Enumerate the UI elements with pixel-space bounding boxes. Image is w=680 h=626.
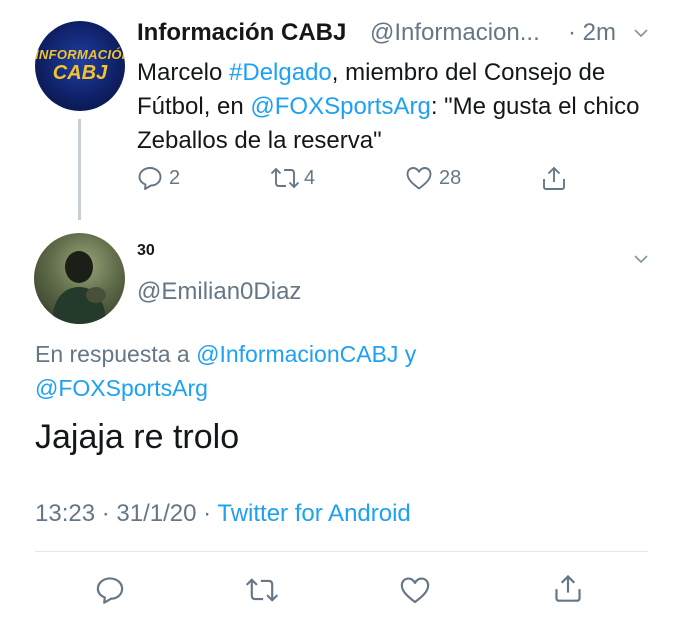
like-icon: [400, 577, 430, 604]
reply-icon: [138, 167, 162, 190]
mention-link[interactable]: @InformacionCABJ: [196, 341, 398, 367]
author-display-name[interactable]: Información CABJ: [137, 19, 346, 47]
retweet-button[interactable]: [245, 575, 279, 605]
share-icon: [555, 574, 581, 602]
profile-photo: [52, 251, 106, 324]
reply-context: En respuesta a @InformacionCABJ y @FOXSpo…: [35, 337, 635, 405]
like-button[interactable]: [399, 575, 431, 605]
replier-handle[interactable]: @Emilian0Diaz: [137, 278, 301, 306]
divider: [35, 551, 648, 552]
avatar-brand-line1: INFORMACIÓN: [35, 47, 125, 62]
reply-button[interactable]: 2: [137, 165, 180, 191]
retweet-icon: [270, 167, 300, 189]
like-button[interactable]: 28: [405, 165, 461, 191]
reply-text: Jajaja re trolo: [35, 418, 240, 456]
author-avatar[interactable]: INFORMACIÓN CABJ: [35, 21, 125, 111]
reply-joiner: y: [398, 341, 417, 367]
retweet-icon: [245, 578, 279, 602]
tweet-metadata: 13:23 · 31/1/20 · Twitter for Android: [35, 500, 411, 528]
hashtag-link[interactable]: #Delgado: [229, 59, 332, 86]
tweet-datetime: 13:23 · 31/1/20 ·: [35, 500, 218, 527]
author-handle[interactable]: @Informacion...: [370, 19, 540, 47]
tweet-source-link[interactable]: Twitter for Android: [217, 500, 410, 527]
like-count: 28: [439, 166, 462, 189]
retweet-count: 4: [304, 166, 316, 189]
chevron-down-icon[interactable]: [634, 252, 648, 271]
avatar-brand-line2: CABJ: [52, 62, 108, 84]
tweet-text: Marcelo #Delgado, miembro del Consejo de…: [137, 56, 647, 158]
tweet-timestamp[interactable]: · 2m: [568, 19, 616, 47]
retweet-button[interactable]: 4: [270, 165, 315, 191]
mention-link[interactable]: @FOXSportsArg: [35, 375, 208, 401]
chevron-down-icon[interactable]: [634, 26, 648, 45]
share-button[interactable]: [553, 573, 583, 603]
tweet-text-part: Marcelo: [137, 59, 230, 86]
share-button[interactable]: [541, 165, 567, 191]
replier-avatar[interactable]: [34, 233, 125, 324]
reply-icon: [96, 577, 124, 604]
share-icon: [543, 166, 565, 190]
reply-count: 2: [169, 166, 181, 189]
like-icon: [406, 167, 432, 190]
replier-display-name[interactable]: 30: [137, 242, 155, 260]
mention-link[interactable]: @FOXSportsArg: [250, 93, 430, 120]
reply-button[interactable]: [95, 575, 125, 605]
thread-connector: [78, 119, 81, 220]
reply-prefix: En respuesta a: [35, 341, 197, 367]
